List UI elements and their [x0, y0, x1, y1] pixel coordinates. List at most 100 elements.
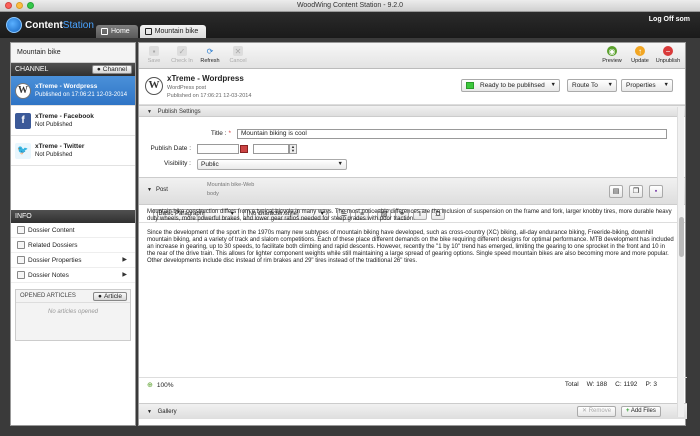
logoff-link[interactable]: Log Off som	[649, 16, 690, 23]
folder-icon	[17, 241, 25, 249]
tab-home[interactable]: Home	[96, 25, 138, 38]
cancel-icon: ✕	[233, 46, 243, 56]
publish-date-input[interactable]	[197, 144, 239, 154]
document-published-date: Published on 17:06:21 12-03-2014	[167, 93, 252, 99]
add-article-button[interactable]: ● Article	[93, 292, 127, 301]
info-header-label: INFO	[15, 213, 32, 220]
cancel-label: Cancel	[229, 58, 247, 64]
refresh-icon: ⟳	[206, 46, 214, 56]
visibility-select[interactable]: Public ▼	[197, 159, 347, 170]
dossier-title: Mountain bike	[11, 43, 135, 63]
open-article-button[interactable]: ▤	[609, 185, 623, 198]
info-item-dossier-notes[interactable]: Dossier Notes ▶	[11, 268, 135, 283]
scrollbar-thumb[interactable]	[679, 217, 684, 257]
refresh-button[interactable]: ⟳ Refresh	[197, 46, 223, 65]
plus-icon: +	[626, 408, 630, 414]
add-icon: ●	[98, 293, 102, 300]
minimize-window-button[interactable]	[16, 2, 23, 9]
save-post-button[interactable]: ▪	[649, 185, 663, 198]
total-label: Total	[564, 381, 579, 388]
info-item-label: Dossier Properties	[28, 256, 82, 264]
add-channel-button[interactable]: ● Channel	[91, 65, 132, 74]
channel-status: Published on 17:06:21 12-03-2014	[35, 92, 128, 98]
gallery-title: Gallery	[157, 409, 177, 415]
paragraph-count: P: 3	[645, 381, 657, 388]
properties-dropdown[interactable]: Properties ▼	[621, 79, 673, 92]
content-station-logo-icon	[6, 17, 22, 33]
opened-articles-empty: No articles opened	[47, 309, 99, 315]
remove-icon: ✕	[582, 408, 588, 414]
dossier-sidebar: Mountain bike CHANNEL ● Channel W xTreme…	[10, 42, 136, 426]
copy-button[interactable]: ❐	[629, 185, 643, 198]
info-item-related-dossiers[interactable]: Related Dossiers	[11, 238, 135, 253]
add-channel-label: Channel	[102, 66, 127, 73]
preview-button[interactable]: ◉ Preview	[599, 46, 625, 64]
window-titlebar: WoodWing Content Station - 9.2.0	[0, 0, 700, 12]
channel-name: xTreme - Wordpress	[35, 83, 98, 90]
tab-mountain-bike[interactable]: Mountain bike	[139, 25, 207, 38]
channel-status: Not Published	[35, 122, 73, 128]
route-to-label: Route To	[572, 82, 598, 89]
zoom-window-button[interactable]	[27, 2, 34, 9]
properties-label: Properties	[626, 82, 656, 89]
document-info: W xTreme - Wordpress WordPress post Publ…	[139, 69, 685, 105]
zoom-control[interactable]: ⊕ 100%	[147, 381, 174, 390]
unpublish-label: Unpublish	[655, 58, 681, 64]
expand-arrow-icon: ▶	[122, 257, 127, 263]
close-window-button[interactable]	[5, 2, 12, 9]
vertical-scrollbar[interactable]	[677, 107, 684, 417]
publish-settings-form: Title : * Mountain biking is cool Publish…	[139, 117, 685, 177]
checkin-button[interactable]: ✓ Check In	[169, 46, 195, 64]
channel-list-spacer	[11, 166, 135, 210]
info-item-dossier-content[interactable]: Dossier Content	[11, 223, 135, 238]
post-field-name: body	[207, 191, 219, 197]
channel-item-wordpress[interactable]: W xTreme - Wordpress Published on 17:06:…	[11, 76, 135, 106]
publish-date-label: Publish Date :	[150, 145, 191, 152]
body-paragraph: Mountain bike construction differs from …	[147, 209, 672, 222]
zoom-level: 100%	[156, 381, 174, 389]
body-paragraph: Since the development of the sport in th…	[147, 230, 674, 264]
status-value: Ready to be publihsed	[480, 82, 545, 89]
add-files-button[interactable]: + Add Files	[621, 406, 661, 417]
calendar-icon[interactable]	[240, 145, 248, 153]
required-mark: *	[228, 130, 231, 137]
save-button[interactable]: ▪ Save	[141, 46, 167, 64]
channel-item-twitter[interactable]: 🐦 xTreme - Twitter Not Published	[11, 136, 135, 166]
gallery-header[interactable]: ▼ Gallery ✕ Remove + Add Files	[139, 403, 687, 419]
char-count: C: 1192	[615, 381, 638, 388]
route-to-dropdown[interactable]: Route To ▼	[567, 79, 617, 92]
publish-time-input[interactable]	[253, 144, 289, 154]
collapse-triangle-icon: ▼	[147, 409, 152, 415]
title-input[interactable]: Mountain biking is cool	[237, 129, 667, 139]
tab-mountain-bike-label: Mountain bike	[154, 28, 199, 35]
post-field-header[interactable]: ▼ Post Mountain bike-Web body ▤ ❐ ▪	[139, 177, 685, 205]
post-body-editor[interactable]: Mountain bike construction differs from …	[147, 209, 674, 333]
window-title: WoodWing Content Station - 9.2.0	[296, 2, 404, 9]
window-controls	[5, 2, 34, 9]
expand-arrow-icon: ▶	[122, 272, 127, 278]
channel-item-facebook[interactable]: f xTreme - Facebook Not Published	[11, 106, 135, 136]
add-icon: ●	[96, 66, 101, 73]
info-item-dossier-properties[interactable]: Dossier Properties ▶	[11, 253, 135, 268]
time-stepper[interactable]: ▲ ▼	[289, 144, 297, 154]
cancel-button[interactable]: ✕ Cancel	[225, 46, 251, 64]
visibility-label: Visibility :	[164, 160, 191, 167]
word-counts: Total W: 188 C: 1192 P: 3	[565, 381, 657, 388]
document-type: WordPress post	[167, 85, 207, 91]
chevron-down-icon: ▼	[663, 82, 669, 88]
document-name: xTreme - Wordpress	[167, 74, 244, 83]
info-item-label: Dossier Content	[28, 226, 75, 234]
channel-name: xTreme - Twitter	[35, 143, 85, 150]
publish-settings-header[interactable]: ▼ Publish Settings	[139, 105, 685, 117]
preview-label: Preview	[602, 58, 622, 64]
update-label: Update	[631, 58, 649, 64]
unpublish-button[interactable]: − Unpublish	[655, 46, 681, 64]
update-button[interactable]: ↑ Update	[627, 46, 653, 64]
brand-text-a: Content	[25, 19, 63, 31]
info-item-label: Related Dossiers	[28, 241, 78, 249]
remove-files-button[interactable]: ✕ Remove	[577, 406, 617, 417]
status-dropdown[interactable]: Ready to be publihsed ▼	[461, 79, 560, 92]
article-icon: ▤	[612, 188, 620, 195]
notes-icon	[17, 271, 25, 279]
main-toolbar: ▪ Save ✓ Check In ⟳ Refresh ✕ Cancel ◉ P…	[139, 43, 685, 69]
